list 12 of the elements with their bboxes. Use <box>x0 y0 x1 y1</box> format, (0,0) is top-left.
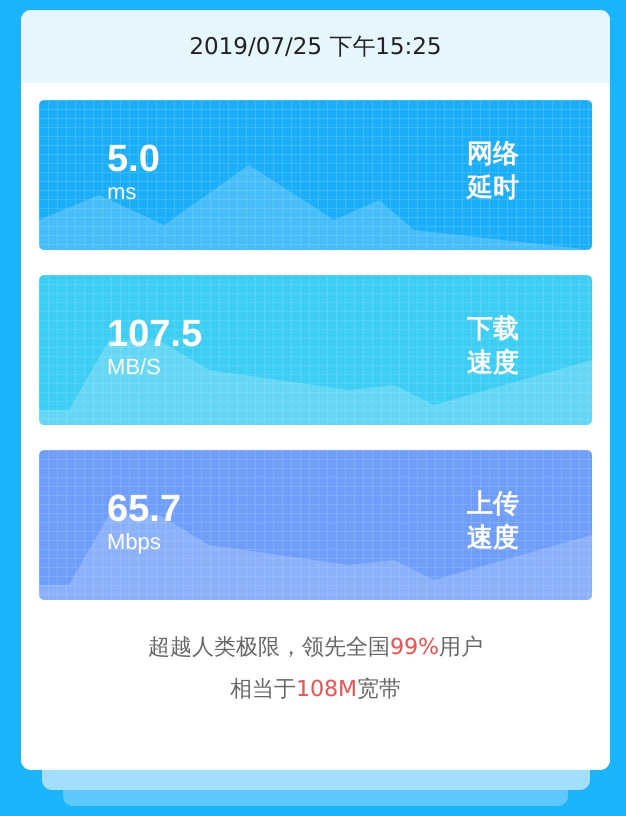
metric-unit: ms <box>107 180 138 204</box>
metric-label: 下载速度 <box>466 313 520 380</box>
summary-text: 相当于108M宽带 <box>230 676 401 704</box>
metric-value: 65.7 <box>107 490 181 530</box>
date-time: 2019/07/25 下午15:25 <box>189 33 442 62</box>
summary-text: 超越人类极限，领先全国99%用户 <box>148 634 483 662</box>
metric-unit: MB/S <box>107 354 162 380</box>
metric-value: 107.5 <box>107 314 202 355</box>
metric-unit: Mbps <box>107 530 162 554</box>
metric-label: 网络延时 <box>466 138 520 205</box>
metric-label: 上传速度 <box>466 488 520 555</box>
metric-value: 5.0 <box>107 140 160 180</box>
